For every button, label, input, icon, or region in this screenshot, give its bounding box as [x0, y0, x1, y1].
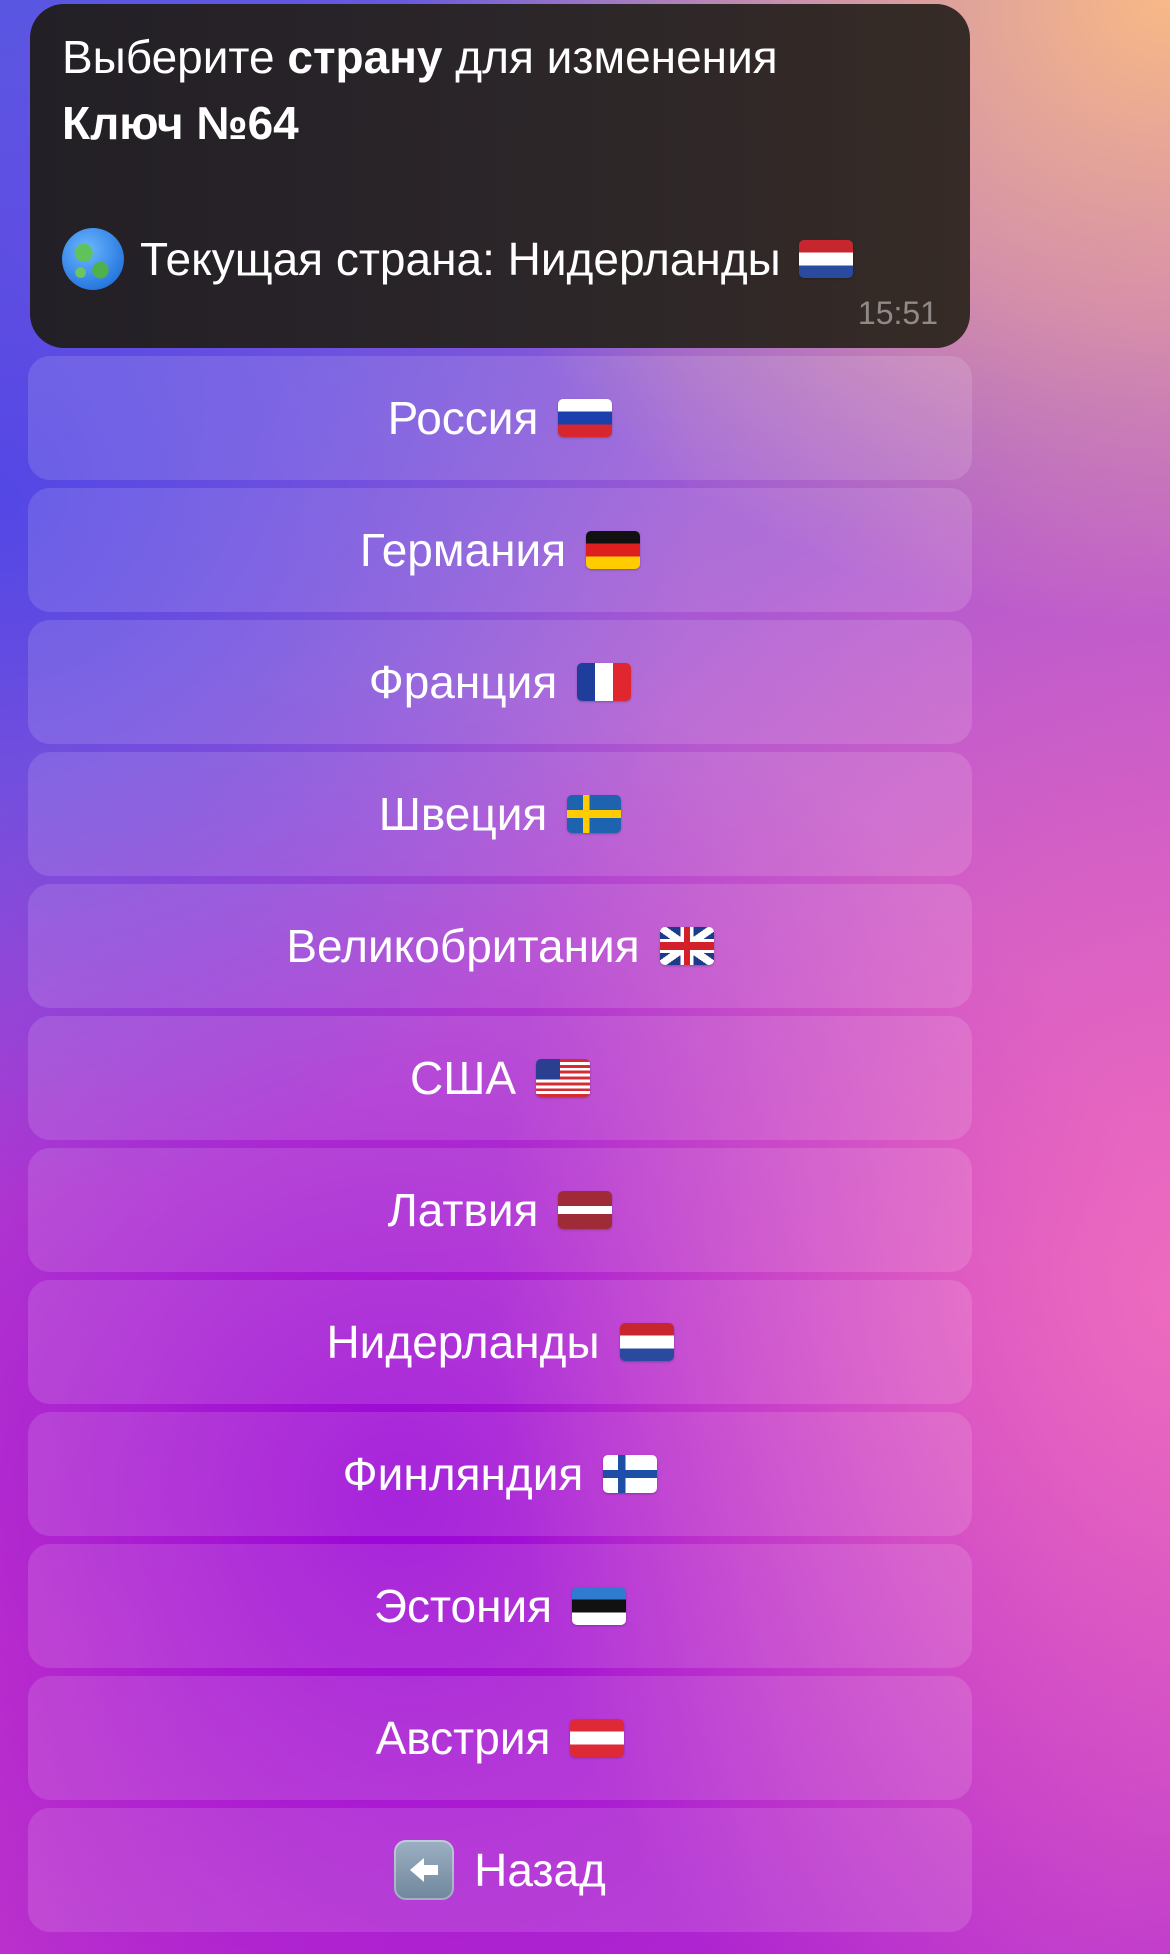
- button-label: Эстония: [373, 1580, 553, 1632]
- message-text-prefix: Выберите: [62, 31, 288, 83]
- sweden-flag-icon: [567, 795, 622, 833]
- globe-americas-icon: [62, 228, 124, 290]
- austria-flag-icon: [570, 1719, 625, 1757]
- button-label: Швеция: [378, 788, 548, 840]
- back-arrow-icon: [394, 1840, 455, 1900]
- bot-message: Выберите страну для изменения Ключ №64 Т…: [30, 4, 970, 348]
- current-country-text: Текущая страна: Нидерланды: [140, 233, 781, 285]
- current-country-line: Текущая страна: Нидерланды: [62, 226, 938, 292]
- netherlands-flag-icon: [619, 1323, 674, 1361]
- country-button-estonia[interactable]: Эстония: [28, 1544, 972, 1668]
- russia-flag-icon: [558, 399, 613, 437]
- country-button-usa[interactable]: США: [28, 1016, 972, 1140]
- country-button-russia[interactable]: Россия: [28, 356, 972, 480]
- country-button-netherlands[interactable]: Нидерланды: [28, 1280, 972, 1404]
- united-kingdom-flag-icon: [659, 927, 714, 965]
- country-button-france[interactable]: Франция: [28, 620, 972, 744]
- usa-flag-icon: [536, 1059, 591, 1097]
- message-line-1: Выберите страну для изменения: [62, 24, 938, 90]
- country-button-germany[interactable]: Германия: [28, 488, 972, 612]
- message-text-bold: страну: [287, 31, 443, 83]
- button-label: Германия: [359, 524, 567, 576]
- inline-keyboard: Россия Германия Франция Швеция Великобри…: [28, 356, 972, 1940]
- country-button-united-kingdom[interactable]: Великобритания: [28, 884, 972, 1008]
- button-label: Франция: [368, 656, 558, 708]
- button-label: Великобритания: [286, 920, 640, 972]
- latvia-flag-icon: [558, 1191, 613, 1229]
- button-label: Нидерланды: [326, 1316, 600, 1368]
- button-label: Латвия: [387, 1184, 539, 1236]
- country-button-latvia[interactable]: Латвия: [28, 1148, 972, 1272]
- country-button-sweden[interactable]: Швеция: [28, 752, 972, 876]
- back-button[interactable]: Назад: [28, 1808, 972, 1932]
- key-label: Ключ №64: [62, 97, 299, 149]
- message-timestamp: 15:51: [857, 295, 938, 331]
- button-label: Австрия: [375, 1712, 551, 1764]
- country-button-austria[interactable]: Австрия: [28, 1676, 972, 1800]
- message-text-suffix: для изменения: [442, 31, 778, 83]
- germany-flag-icon: [586, 531, 641, 569]
- button-label: Финляндия: [342, 1448, 584, 1500]
- finland-flag-icon: [603, 1455, 658, 1493]
- country-button-finland[interactable]: Финляндия: [28, 1412, 972, 1536]
- button-label: США: [409, 1052, 517, 1104]
- france-flag-icon: [577, 663, 632, 701]
- netherlands-flag-icon: [798, 240, 853, 278]
- button-label: Россия: [387, 392, 539, 444]
- back-button-label: Назад: [474, 1844, 606, 1896]
- estonia-flag-icon: [572, 1587, 627, 1625]
